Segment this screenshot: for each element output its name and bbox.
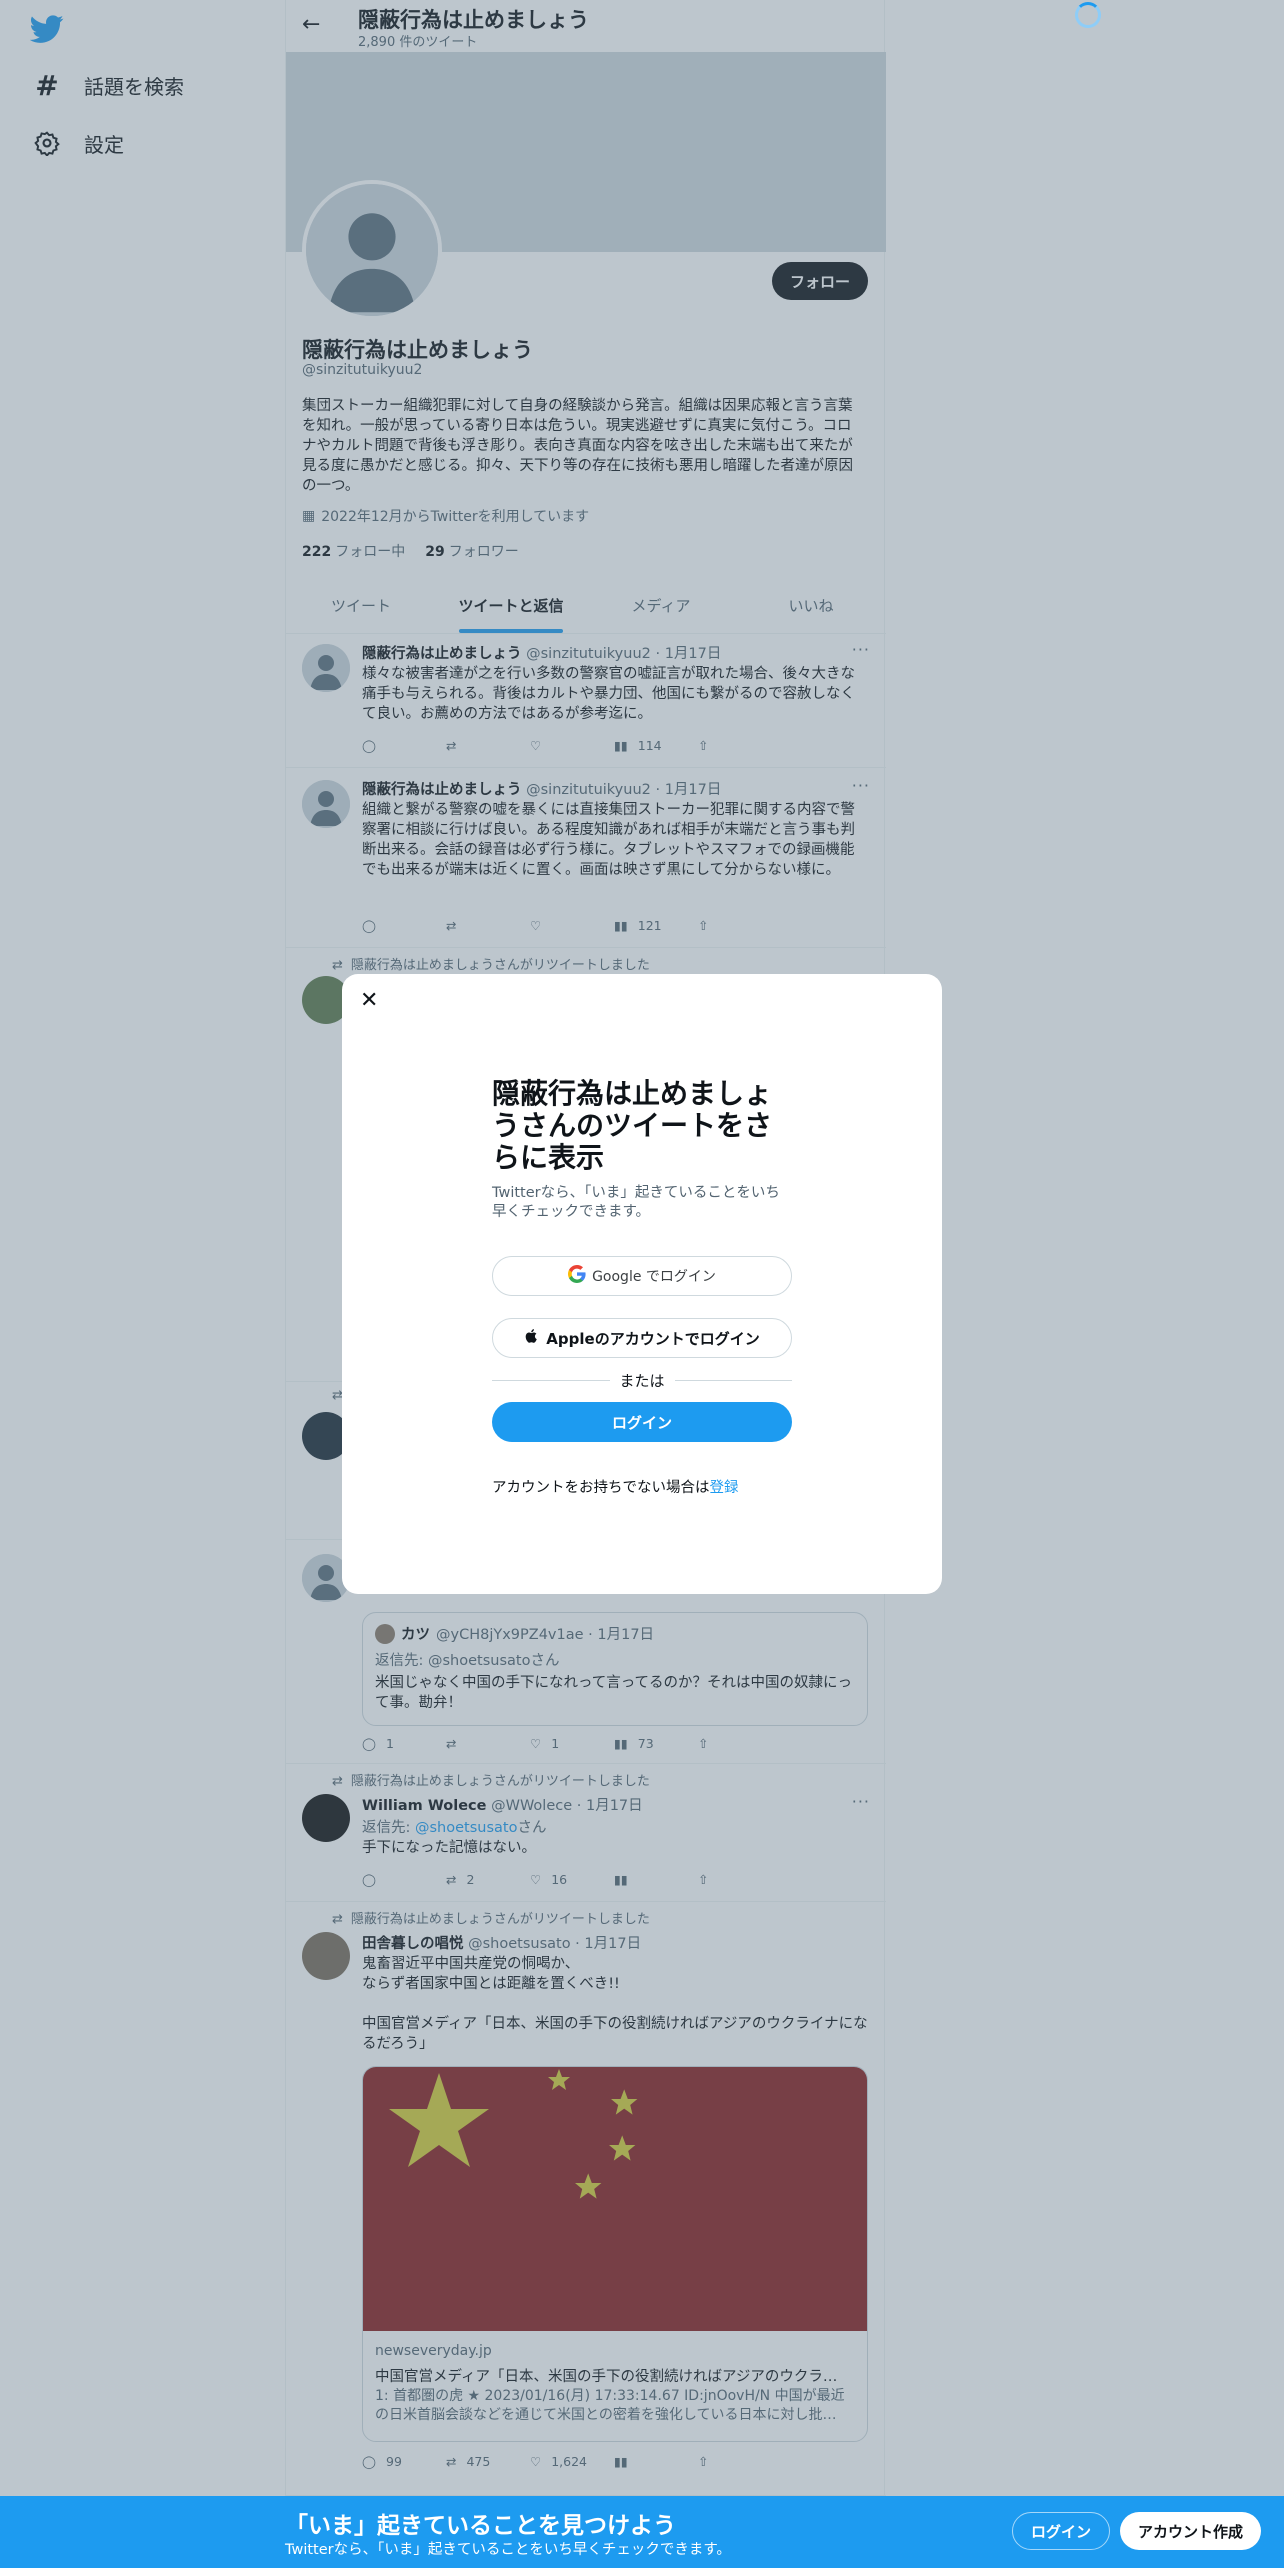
google-g-icon bbox=[568, 1265, 586, 1287]
or-divider: または bbox=[492, 1370, 792, 1391]
bottom-login-button[interactable]: ログイン bbox=[1012, 2512, 1111, 2550]
apple-login-label: Appleのアカウントでログイン bbox=[546, 1329, 760, 1348]
apple-login-button[interactable]: Appleのアカウントでログイン bbox=[492, 1318, 792, 1358]
apple-icon bbox=[524, 1327, 540, 1349]
bottom-bar-subtitle: Twitterなら、「いま」起きていることをいち早くチェックできます。 bbox=[285, 2542, 731, 2558]
signup-link[interactable]: 登録 bbox=[710, 1480, 739, 1496]
loading-spinner-icon bbox=[1075, 2, 1101, 28]
bottom-signup-button[interactable]: アカウント作成 bbox=[1120, 2512, 1262, 2550]
google-login-label: Google でログイン bbox=[592, 1269, 716, 1285]
close-icon[interactable]: ✕ bbox=[360, 988, 378, 1013]
signup-bottom-bar: 「いま」起きていることを見つけよう Twitterなら、「いま」起きていることを… bbox=[0, 2496, 1284, 2568]
modal-subtitle: Twitterなら、「いま」起きていることをいち早くチェックできます。 bbox=[492, 1185, 780, 1220]
login-prompt-modal: ✕ 隠蔽行為は止めましょうさんのツイートをさらに表示 Twitterなら、「いま… bbox=[342, 974, 942, 1594]
modal-title: 隠蔽行為は止めましょうさんのツイートをさらに表示 bbox=[492, 1077, 773, 1174]
google-login-button[interactable]: Google でログイン bbox=[492, 1256, 792, 1296]
signup-prompt: アカウントをお持ちでない場合は登録 bbox=[492, 1480, 739, 1496]
bottom-bar-title: 「いま」起きていることを見つけよう bbox=[285, 2513, 676, 2539]
login-button[interactable]: ログイン bbox=[492, 1402, 792, 1442]
